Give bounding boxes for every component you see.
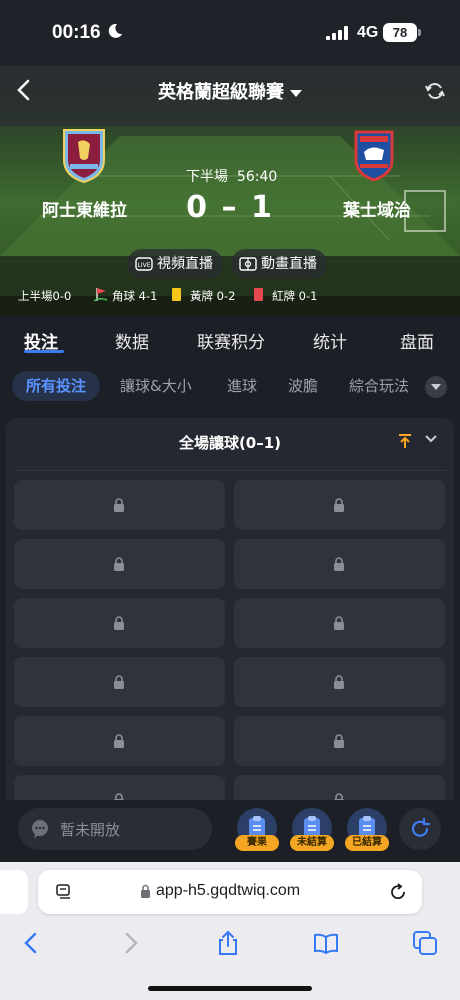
refresh-icon[interactable] (424, 80, 446, 102)
svg-text:LIVE: LIVE (137, 262, 150, 269)
tab-data[interactable]: 数据 (115, 328, 149, 353)
bet-input[interactable]: 暫未開放 (18, 808, 212, 850)
divider (14, 470, 446, 471)
lock-icon (141, 884, 150, 898)
away-team-crest-icon (354, 130, 394, 182)
corner-flag-icon (94, 288, 108, 302)
main-tabs: 投注 数据 联赛积分 统计 盘面 (0, 316, 460, 362)
bet-category-tabs: 所有投注 讓球&大小 進球 波膽 綜合玩法 (0, 362, 460, 408)
reload-icon[interactable] (388, 882, 408, 902)
odds-cell[interactable] (14, 657, 225, 707)
forward-arrow-icon[interactable] (118, 930, 144, 956)
subtab-correct-score[interactable]: 波膽 (288, 371, 318, 401)
unsettled-button[interactable]: 未結算 (290, 808, 334, 854)
lock-icon (334, 557, 344, 571)
share-icon[interactable] (215, 930, 241, 956)
red-card-icon (254, 288, 263, 301)
match-time: 56:40 (236, 169, 278, 185)
lock-icon (334, 616, 344, 630)
network-type: 4G (357, 24, 379, 41)
lock-icon (334, 675, 344, 689)
live-video-button[interactable]: LIVE 視頻直播 (127, 249, 223, 279)
subtab-handicap-over-under[interactable]: 讓球&大小 (120, 371, 192, 401)
chevron-down-icon (290, 89, 302, 97)
yellow-cards-stat: 黃牌 0-2 (190, 289, 236, 303)
back-arrow-icon[interactable] (18, 930, 44, 956)
refresh-odds-button[interactable] (399, 808, 441, 850)
red-cards-stat: 紅牌 0-1 (272, 289, 318, 303)
league-selector[interactable]: 英格蘭超級聯賽 (0, 78, 460, 104)
odds-cell[interactable] (14, 598, 225, 648)
live-video-label: 視頻直播 (157, 256, 213, 272)
odds-cell[interactable] (234, 598, 445, 648)
tabs-icon[interactable] (412, 930, 438, 956)
league-title: 英格蘭超級聯賽 (158, 82, 284, 103)
odds-cell[interactable] (14, 716, 225, 766)
odds-cell[interactable] (234, 539, 445, 589)
subtab-all-bets[interactable]: 所有投注 (12, 371, 101, 401)
away-score: 1 (250, 190, 274, 225)
moon-icon (108, 23, 122, 38)
lock-icon (114, 557, 124, 571)
lock-icon (114, 616, 124, 630)
more-categories-chevron-icon[interactable] (425, 376, 447, 398)
score-separator: – (221, 190, 239, 225)
animation-live-button[interactable]: 動畫直播 (231, 249, 327, 279)
bet-input-placeholder: 暫未開放 (60, 821, 121, 839)
home-indicator (148, 986, 312, 991)
bottom-action-bar: 暫未開放 賽果 未結算 已結算 (0, 800, 460, 862)
odds-cell[interactable] (234, 716, 445, 766)
unsettled-label: 未結算 (290, 835, 334, 851)
scoreline: 0 – 1 (0, 190, 460, 225)
pitch-icon (239, 257, 257, 271)
settled-label: 已結算 (345, 835, 389, 851)
live-tv-icon: LIVE (135, 257, 153, 271)
bookmarks-icon[interactable] (313, 930, 339, 956)
settled-button[interactable]: 已結算 (345, 808, 389, 854)
corners-stat: 角球 4-1 (112, 289, 158, 303)
refresh-icon (411, 818, 431, 837)
lock-icon (334, 734, 344, 748)
market-title: 全場讓球(0–1) (178, 434, 282, 452)
animation-live-label: 動畫直播 (261, 256, 317, 272)
match-period: 下半場 (186, 169, 228, 185)
chat-bubble-icon (32, 820, 48, 838)
match-stats-row: 上半場0-0 角球 4-1 黃牌 0-2 紅牌 0-1 (0, 286, 460, 306)
lock-icon (114, 734, 124, 748)
address-bar[interactable]: app-h5.gqdtwiq.com (38, 870, 422, 914)
first-half-score: 上半場0-0 (18, 289, 72, 303)
signal-icon (326, 26, 348, 40)
home-team-crest-icon (63, 129, 105, 184)
collapse-chevron-icon[interactable] (424, 432, 438, 446)
market-panel: 全場讓球(0–1) (6, 418, 454, 818)
active-tab-indicator (24, 350, 64, 353)
lock-icon (114, 675, 124, 689)
reader-mode-icon[interactable] (56, 883, 74, 901)
lock-icon (334, 498, 344, 512)
previous-tab-preview[interactable] (0, 870, 28, 914)
odds-cell[interactable] (14, 539, 225, 589)
status-bar: 00:16 4G 78 (0, 0, 460, 66)
battery-tip (418, 29, 421, 36)
odds-cell[interactable] (234, 657, 445, 707)
match-clock: 下半場 56:40 (186, 166, 277, 186)
subtab-goals[interactable]: 進球 (227, 371, 257, 401)
home-score: 0 (186, 190, 210, 225)
results-button[interactable]: 賽果 (235, 808, 279, 854)
battery-icon: 78 (383, 23, 417, 42)
yellow-card-icon (172, 288, 181, 301)
match-header: 英格蘭超級聯賽 阿士東維拉 葉士域治 下半場 56:40 0 – 1 LIVE … (0, 66, 460, 316)
status-time: 00:16 (52, 22, 101, 43)
tab-stats[interactable]: 统计 (313, 328, 347, 353)
pin-to-top-icon[interactable] (398, 433, 412, 449)
url-text: app-h5.gqdtwiq.com (156, 882, 301, 899)
odds-cell[interactable] (234, 480, 445, 530)
tab-market-view[interactable]: 盘面 (400, 328, 434, 353)
browser-toolbar: app-h5.gqdtwiq.com (0, 862, 460, 1000)
tab-league-table[interactable]: 联赛积分 (197, 328, 265, 353)
odds-cell[interactable] (14, 480, 225, 530)
subtab-combo[interactable]: 綜合玩法 (349, 371, 409, 401)
lock-icon (114, 498, 124, 512)
results-label: 賽果 (235, 835, 279, 851)
